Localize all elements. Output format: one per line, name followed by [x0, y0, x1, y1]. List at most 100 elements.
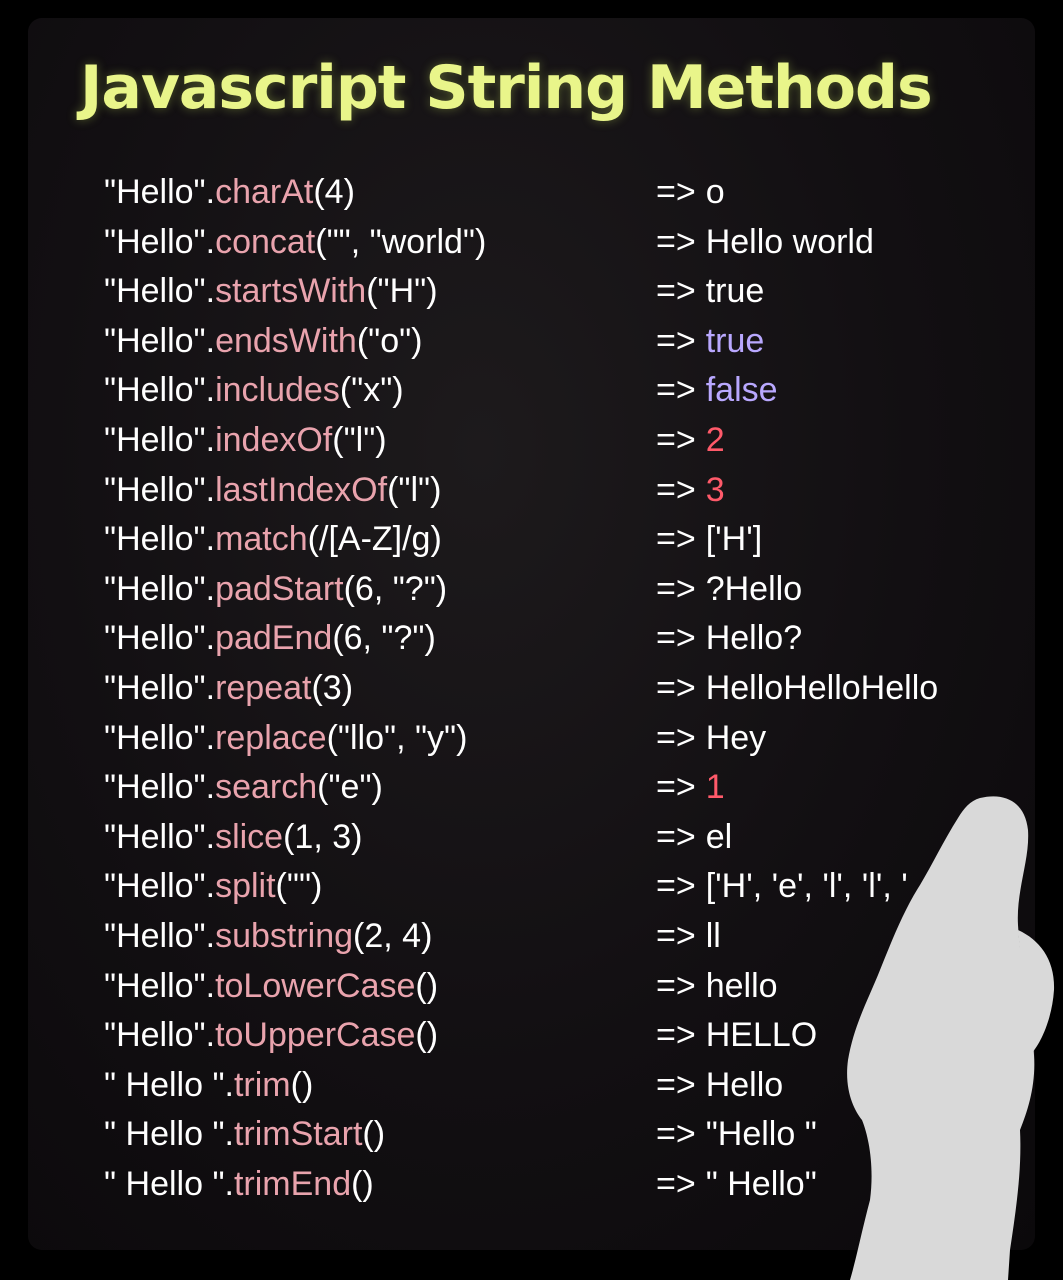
method-row: "Hello".includes("x") => false	[0, 366, 1063, 416]
method-result: => ['H']	[656, 515, 762, 565]
string-literal: "Hello".	[104, 1016, 216, 1055]
string-literal: " Hello ".	[104, 1115, 234, 1154]
arrow-symbol: =>	[656, 222, 696, 261]
result-value: true	[705, 272, 765, 311]
method-row: "Hello".endsWith("o") => true	[0, 317, 1063, 367]
method-expression: "Hello".charAt(4)	[104, 168, 355, 218]
arrow-symbol: =>	[656, 420, 696, 459]
method-arguments: ()	[362, 1115, 386, 1154]
method-result: => Hello?	[656, 614, 802, 664]
result-value: Hello world	[705, 222, 874, 261]
method-arguments: ()	[290, 1065, 314, 1104]
arrow-symbol: =>	[656, 520, 696, 559]
arrow-symbol: =>	[656, 817, 696, 856]
result-value: true	[705, 321, 765, 360]
result-value: 2	[705, 420, 725, 459]
string-literal: "Hello".	[104, 768, 216, 807]
string-literal: "Hello".	[104, 321, 216, 360]
method-result: => ll	[656, 912, 721, 962]
result-value: Hey	[705, 718, 767, 757]
string-literal: "Hello".	[104, 916, 216, 955]
string-literal: "Hello".	[104, 817, 216, 856]
string-literal: "Hello".	[104, 470, 216, 509]
string-literal: "Hello".	[104, 569, 216, 608]
page-title: Javascript String Methods	[80, 53, 933, 123]
method-name: trimEnd	[233, 1164, 352, 1203]
method-name: padStart	[215, 569, 344, 608]
method-row: "Hello".padStart(6, "?") => ?Hello	[0, 565, 1063, 615]
method-arguments: ()	[415, 1016, 439, 1055]
method-result: => ?Hello	[656, 565, 802, 615]
result-value: hello	[705, 966, 778, 1005]
method-arguments: ("llo", "y")	[326, 718, 468, 757]
method-name: repeat	[215, 668, 312, 707]
method-expression: "Hello".slice(1, 3)	[104, 813, 362, 863]
method-name: trim	[233, 1065, 291, 1104]
method-name: charAt	[215, 173, 314, 211]
result-value: Hello?	[705, 619, 803, 658]
method-result: => false	[656, 366, 778, 416]
method-row: "Hello".match(/[A-Z]/g) => ['H']	[0, 515, 1063, 565]
method-result: => " Hello"	[656, 1160, 817, 1210]
method-expression: "Hello".replace("llo", "y")	[104, 714, 467, 764]
method-arguments: ("e")	[317, 768, 383, 807]
method-expression: "Hello".match(/[A-Z]/g)	[104, 515, 442, 565]
result-value: HelloHelloHello	[705, 668, 939, 707]
method-name: trimStart	[233, 1115, 363, 1154]
method-expression: "Hello".endsWith("o")	[104, 317, 423, 367]
method-arguments: ("", "world")	[315, 222, 487, 261]
method-expression: "Hello".concat("", "world")	[104, 218, 486, 268]
method-result: => o	[656, 168, 725, 218]
string-literal: "Hello".	[104, 668, 216, 707]
result-value: HELLO	[705, 1016, 818, 1055]
result-value: " Hello"	[705, 1164, 817, 1203]
method-name: endsWith	[215, 321, 357, 360]
method-arguments: ("")	[275, 867, 323, 906]
method-name: toLowerCase	[215, 966, 416, 1005]
method-result: => Hello	[656, 1061, 783, 1111]
method-name: slice	[215, 817, 284, 856]
method-result: => true	[656, 267, 764, 317]
result-value: ['H']	[705, 520, 763, 559]
method-name: concat	[215, 222, 316, 261]
arrow-symbol: =>	[656, 321, 696, 360]
silhouette-overlay	[847, 796, 1055, 1280]
result-value: ?Hello	[705, 569, 803, 608]
method-name: startsWith	[215, 272, 367, 311]
method-row: "Hello".concat("", "world") => Hello world	[0, 218, 1063, 268]
arrow-symbol: =>	[656, 718, 696, 757]
result-value: 1	[705, 768, 725, 807]
method-arguments: (6, "?")	[332, 619, 436, 658]
method-name: lastIndexOf	[215, 470, 388, 509]
method-name: indexOf	[215, 420, 333, 459]
string-literal: "Hello".	[104, 966, 216, 1005]
method-expression: "Hello".repeat(3)	[104, 664, 353, 714]
string-literal: "Hello".	[104, 173, 216, 211]
method-row: "Hello".lastIndexOf("l") => 3	[0, 466, 1063, 516]
method-arguments: ("x")	[339, 371, 404, 410]
arrow-symbol: =>	[656, 1115, 696, 1154]
string-literal: "Hello".	[104, 520, 216, 559]
method-result: => 1	[656, 763, 725, 813]
string-literal: "Hello".	[104, 867, 216, 906]
method-result: => HelloHelloHello	[656, 664, 938, 714]
method-expression: "Hello".lastIndexOf("l")	[104, 466, 441, 516]
method-name: substring	[215, 916, 354, 955]
arrow-symbol: =>	[656, 1164, 696, 1203]
method-result: => "Hello "	[656, 1110, 817, 1160]
arrow-symbol: =>	[656, 619, 696, 658]
string-literal: "Hello".	[104, 371, 216, 410]
method-expression: "Hello".includes("x")	[104, 366, 404, 416]
method-expression: "Hello".padEnd(6, "?")	[104, 614, 436, 664]
arrow-symbol: =>	[656, 1016, 696, 1055]
string-literal: " Hello ".	[104, 1164, 234, 1203]
method-arguments: ("o")	[356, 321, 423, 360]
method-arguments: (4)	[313, 173, 355, 211]
method-expression: "Hello".split("")	[104, 862, 322, 912]
string-literal: " Hello ".	[104, 1065, 234, 1104]
method-name: includes	[215, 371, 340, 410]
arrow-symbol: =>	[656, 966, 696, 1005]
method-row: "Hello".charAt(4) => o	[0, 168, 1063, 218]
method-row: "Hello".replace("llo", "y") => Hey	[0, 714, 1063, 764]
method-result: => el	[656, 813, 732, 863]
